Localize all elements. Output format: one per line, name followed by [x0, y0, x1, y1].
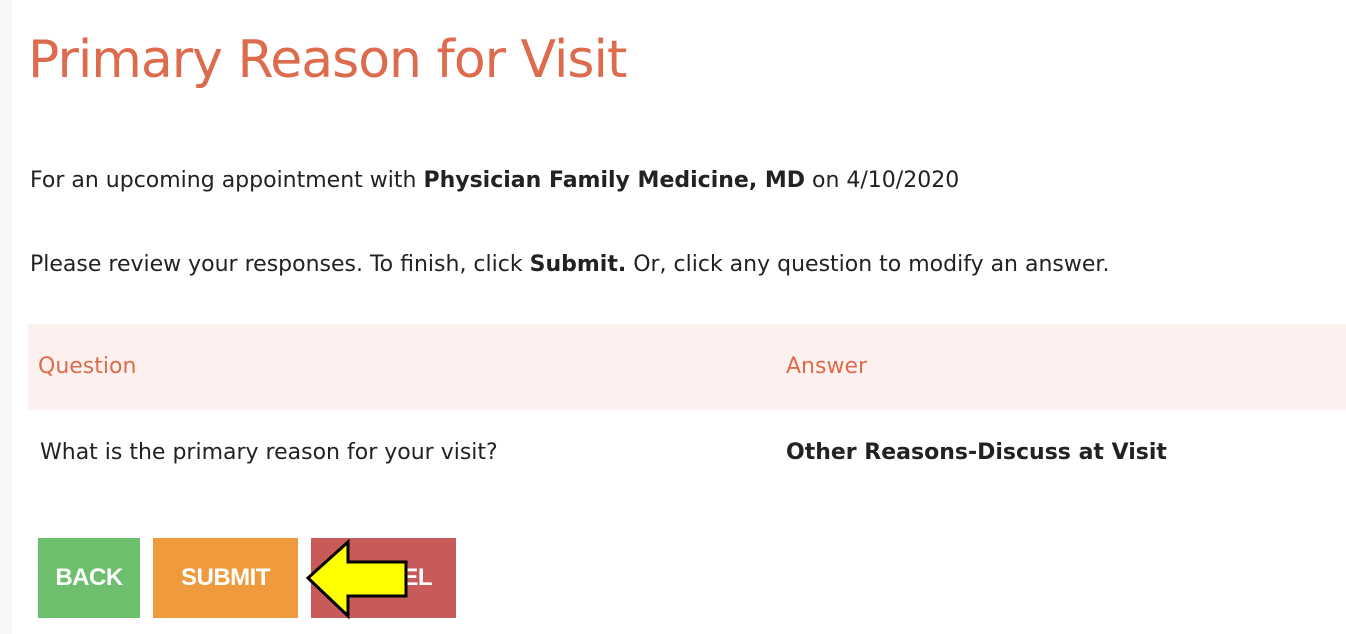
- back-button[interactable]: BACK: [38, 538, 140, 618]
- instructions-prefix: Please review your responses. To finish,…: [30, 252, 523, 277]
- instructions-submit-word: Submit.: [529, 252, 627, 277]
- instructions-suffix: Or, click any question to modify an answ…: [633, 252, 1110, 277]
- appointment-date: on 4/10/2020: [812, 168, 960, 193]
- left-edge-strip: [0, 0, 12, 634]
- table-header: Question Answer: [28, 324, 1346, 410]
- review-instructions: Please review your responses. To finish,…: [30, 252, 1109, 277]
- question-cell[interactable]: What is the primary reason for your visi…: [40, 440, 498, 465]
- responses-table: Question Answer: [28, 324, 1346, 500]
- submit-button[interactable]: SUBMIT: [153, 538, 298, 618]
- page-title: Primary Reason for Visit: [28, 30, 627, 90]
- answer-column-header: Answer: [786, 354, 868, 379]
- yellow-pointer-arrow-icon: [305, 538, 408, 620]
- question-column-header: Question: [38, 354, 137, 379]
- provider-name: Physician Family Medicine, MD: [423, 168, 805, 193]
- page: Primary Reason for Visit For an upcoming…: [0, 0, 1346, 634]
- appointment-prefix: For an upcoming appointment with: [30, 168, 417, 193]
- answer-cell[interactable]: Other Reasons-Discuss at Visit: [786, 440, 1167, 465]
- appointment-info: For an upcoming appointment with Physici…: [30, 168, 959, 193]
